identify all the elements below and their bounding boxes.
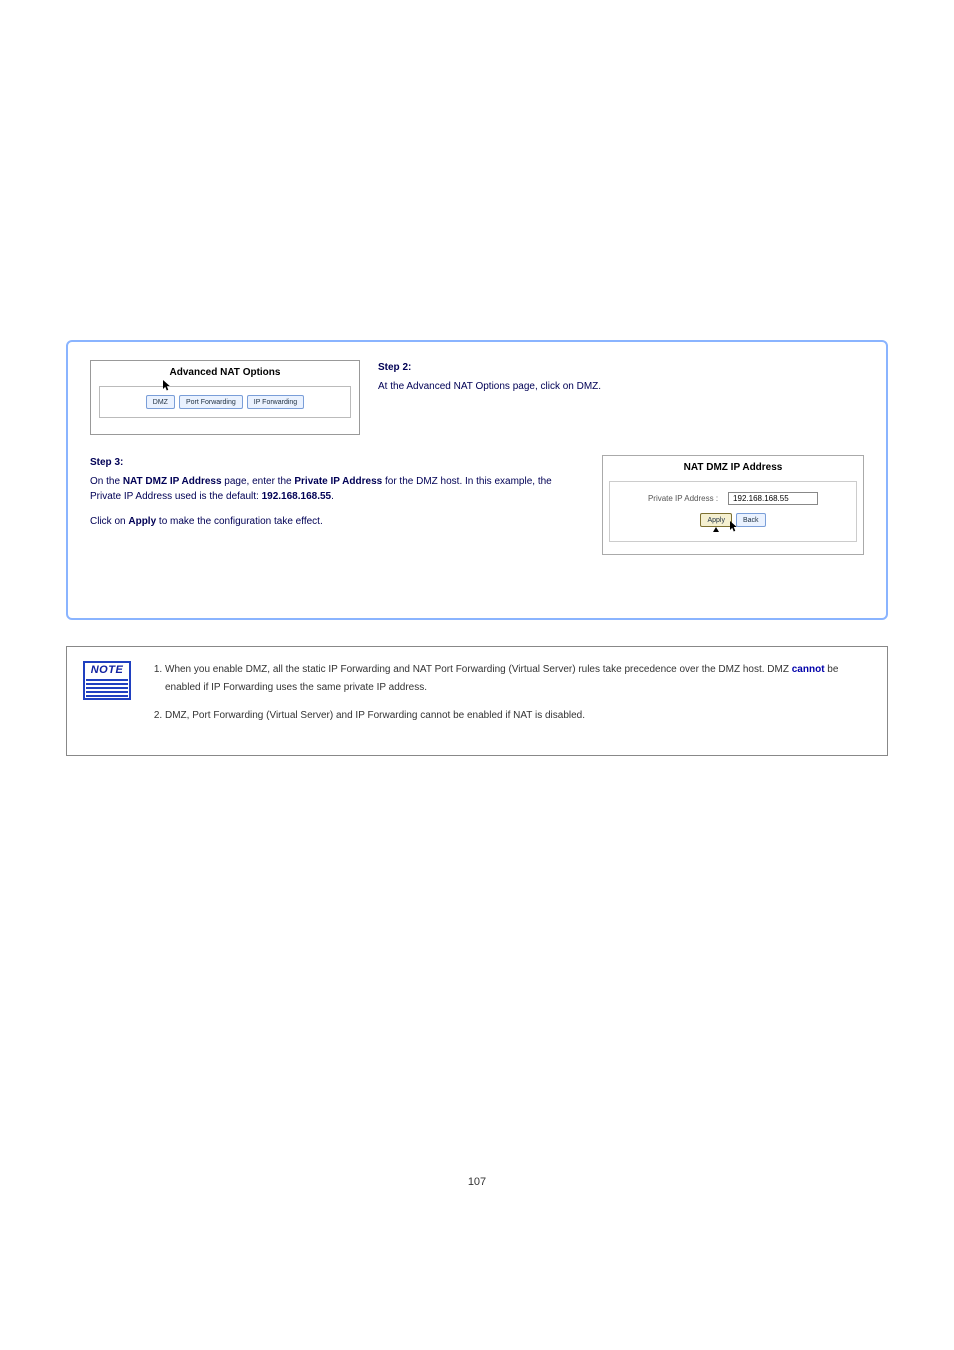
dmz-inner: Private IP Address : Apply Back: [609, 481, 857, 542]
cursor-icon: [163, 380, 172, 392]
step-3-s2: Private IP Address: [294, 476, 382, 487]
private-ip-label: Private IP Address :: [648, 494, 718, 503]
note-item-2: DMZ, Port Forwarding (Virtual Server) an…: [165, 707, 871, 725]
note-icon-frame: NOTE: [83, 661, 131, 700]
step-3-s1: NAT DMZ IP Address: [123, 476, 222, 487]
page-number: 107: [66, 1176, 888, 1188]
ip-forwarding-button[interactable]: IP Forwarding: [247, 395, 304, 409]
nat-options-screenshot: Advanced NAT Options DMZ Port Forwarding…: [90, 360, 360, 435]
step-3-prefix: Step 3:: [90, 457, 123, 468]
step-3-t4: .: [331, 491, 334, 502]
note-body: When you enable DMZ, all the static IP F…: [147, 661, 871, 735]
note-item-1: When you enable DMZ, all the static IP F…: [165, 661, 871, 697]
back-button[interactable]: Back: [736, 513, 766, 527]
step-3-row: Step 3: On the NAT DMZ IP Address page, …: [90, 455, 864, 555]
step-2-body: At the Advanced NAT Options page, click …: [378, 381, 601, 392]
step-3-t6: to make the configuration take effect.: [156, 516, 323, 527]
port-forwarding-button[interactable]: Port Forwarding: [179, 395, 243, 409]
dmz-input-row: Private IP Address :: [618, 492, 848, 505]
note-lines-icon: [86, 679, 128, 697]
instruction-panel: Advanced NAT Options DMZ Port Forwarding…: [66, 340, 888, 620]
step-3-t1: On the: [90, 476, 123, 487]
step-3-t2: page, enter the: [222, 476, 295, 487]
note-badge-text: NOTE: [86, 664, 128, 676]
step-3-t5: Click on: [90, 516, 128, 527]
step-3-s3: 192.168.168.55: [262, 491, 332, 502]
note-icon: NOTE: [83, 661, 131, 735]
step-2-text: Step 2: At the Advanced NAT Options page…: [378, 360, 864, 394]
step-2-row: Advanced NAT Options DMZ Port Forwarding…: [90, 360, 864, 435]
dmz-screenshot: NAT DMZ IP Address Private IP Address : …: [602, 455, 864, 555]
note-1-strong: cannot: [792, 664, 825, 675]
nat-options-title: Advanced NAT Options: [99, 367, 351, 378]
cursor-icon: [730, 521, 739, 533]
step-2-prefix: Step 2:: [378, 362, 411, 373]
step-3-s4: Apply: [128, 516, 156, 527]
nat-options-button-row: DMZ Port Forwarding IP Forwarding: [99, 386, 351, 418]
note-panel: NOTE When you enable DMZ, all the static…: [66, 646, 888, 756]
dmz-button-row: Apply Back: [618, 513, 848, 527]
step-3-text: Step 3: On the NAT DMZ IP Address page, …: [90, 455, 584, 529]
private-ip-input[interactable]: [728, 492, 818, 505]
note-1-t1: When you enable DMZ, all the static IP F…: [165, 664, 792, 675]
dmz-title: NAT DMZ IP Address: [609, 462, 857, 473]
apply-button[interactable]: Apply: [700, 513, 732, 527]
dmz-button[interactable]: DMZ: [146, 395, 175, 409]
